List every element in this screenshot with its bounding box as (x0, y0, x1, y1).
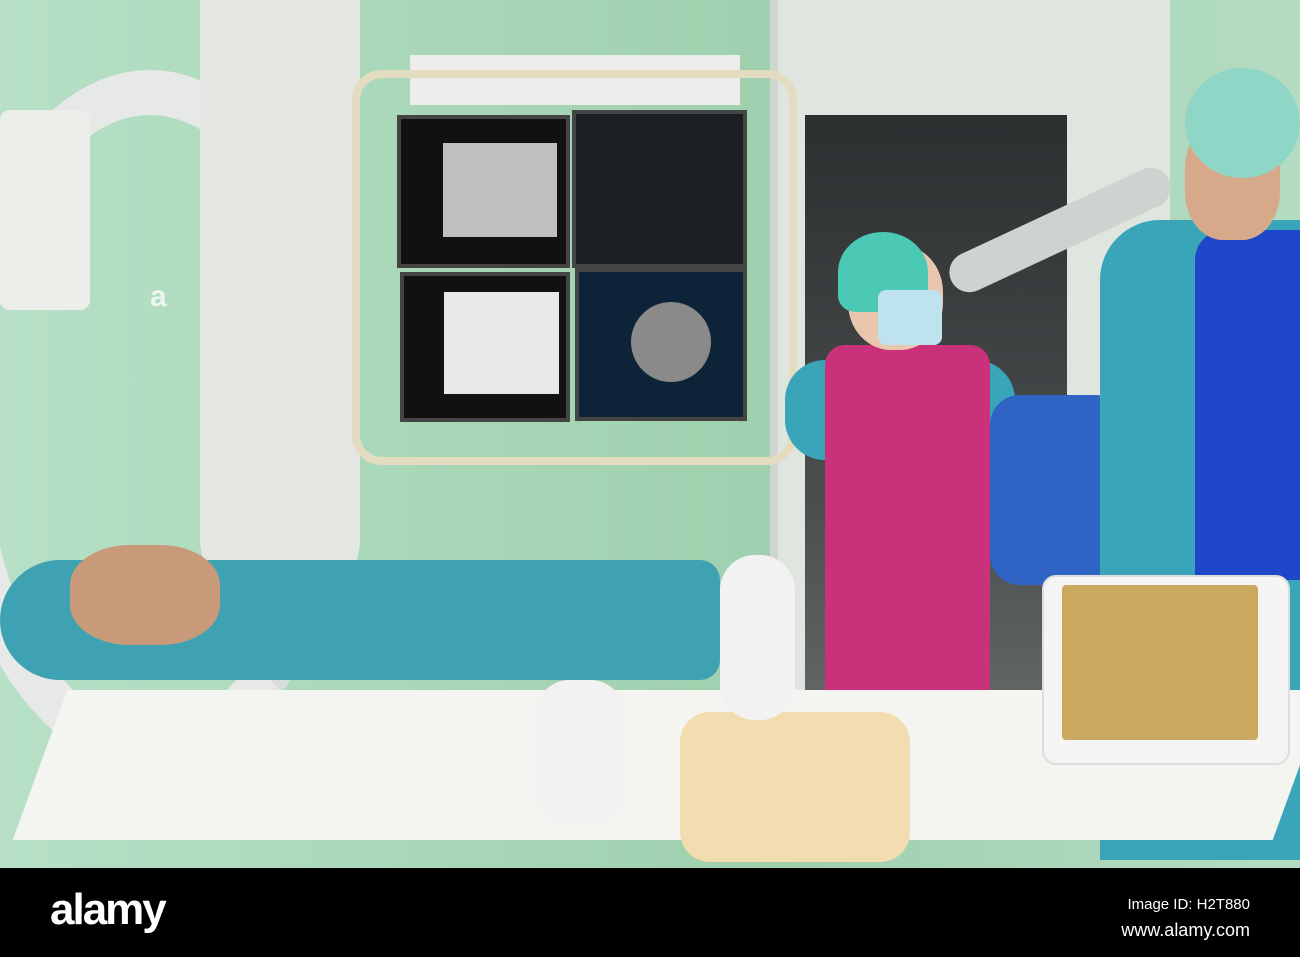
doctor-vest (1195, 230, 1300, 580)
image-id: Image ID: H2T880 (1127, 896, 1250, 913)
nurse-mask (878, 290, 942, 345)
table-pad (680, 712, 910, 862)
monitor-2 (572, 110, 747, 268)
shoe-cover (535, 680, 625, 825)
gantry-column (200, 0, 360, 600)
monitor-1 (397, 115, 570, 268)
control-screen (1062, 585, 1258, 740)
monitor-4-ct (575, 268, 747, 421)
shoe-cover (720, 555, 795, 720)
monitor-3 (400, 272, 570, 422)
watermark-bar (0, 868, 1300, 957)
alamy-url[interactable]: www.alamy.com (1121, 920, 1250, 941)
doctor-cap (1185, 68, 1300, 178)
alamy-logo: alamy (50, 885, 167, 934)
watermark: a (150, 280, 167, 313)
patient-torso (70, 545, 220, 645)
detector (0, 110, 90, 310)
photo-scene: a (0, 0, 1300, 868)
